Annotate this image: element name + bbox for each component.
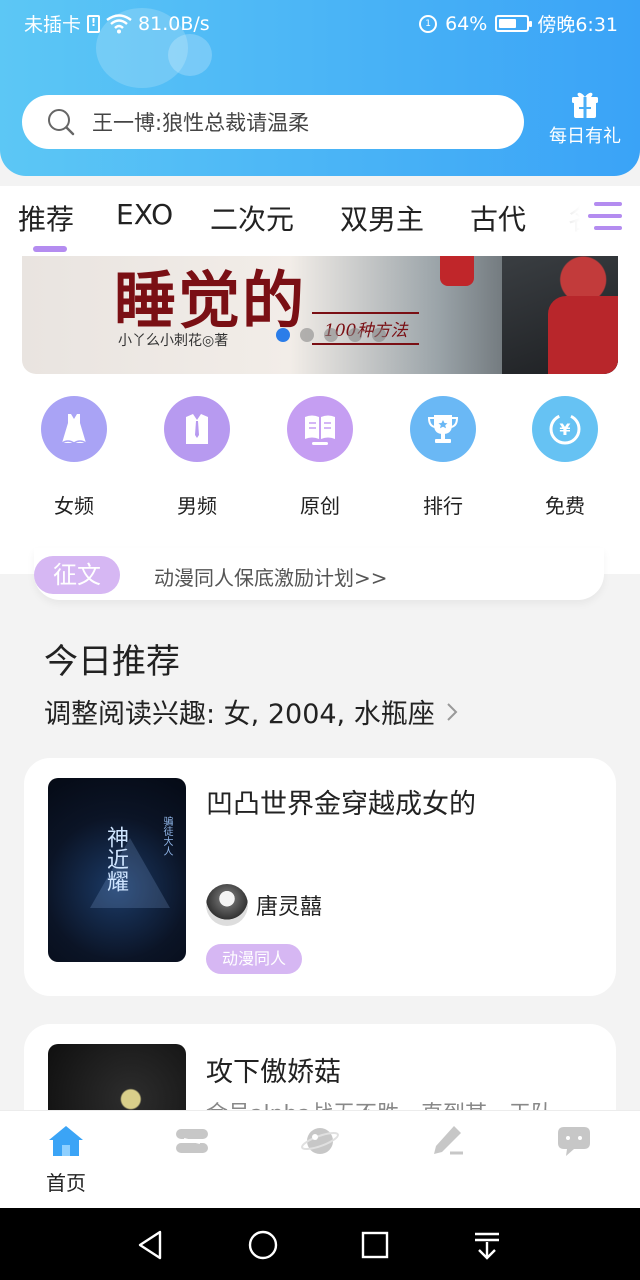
- book-title[interactable]: 攻下傲娇菇: [206, 1050, 341, 1089]
- category-free-circle: ¥: [532, 396, 598, 462]
- nav-write[interactable]: [408, 1123, 488, 1159]
- trophy-icon: [427, 415, 459, 443]
- pagination-dot[interactable]: [348, 328, 362, 342]
- battery-level-fill: [499, 19, 516, 28]
- chevron-right-icon: [447, 702, 458, 721]
- category-label: 免费: [545, 494, 585, 518]
- alarm-icon: 1: [419, 14, 438, 33]
- genre-tag[interactable]: 动漫同人: [206, 944, 303, 974]
- svg-text:¥: ¥: [559, 420, 570, 439]
- category-label: 女频: [54, 494, 94, 518]
- shirt-icon: [186, 414, 208, 444]
- book-card[interactable]: 神近耀 骗徒大人 凹凸世界金穿越成女的 唐灵囍 动漫同人: [24, 758, 616, 996]
- bottom-navigation: 首页: [0, 1110, 640, 1208]
- category-ranking[interactable]: 排行: [393, 396, 493, 519]
- category-female[interactable]: 女频: [24, 396, 124, 519]
- dress-icon: [61, 414, 87, 444]
- notification-pull-icon[interactable]: [470, 1228, 504, 1262]
- category-male[interactable]: 男频: [147, 396, 247, 519]
- announcement-text[interactable]: 动漫同人保底激励计划>>: [154, 562, 388, 591]
- search-icon: [48, 109, 75, 136]
- battery-percent: 64%: [445, 12, 488, 35]
- book-title[interactable]: 凹凸世界金穿越成女的: [206, 782, 476, 821]
- category-original[interactable]: 原创: [270, 396, 370, 519]
- search-bar[interactable]: 王一博:狼性总裁请温柔: [22, 95, 524, 149]
- contest-badge: 征文: [34, 556, 120, 594]
- battery-icon: [495, 15, 533, 32]
- daily-gift-label: 每日有礼: [549, 126, 621, 147]
- nav-library[interactable]: [152, 1123, 232, 1159]
- app-header: 未插卡 ! 81.0B/s 1 64% 傍晚6:31 王一博:狼性总裁请温柔 每…: [0, 0, 640, 176]
- category-label: 原创: [300, 494, 340, 518]
- tab-ancient[interactable]: 古代: [470, 198, 526, 238]
- cover-title: 神近耀: [103, 826, 128, 892]
- carrier-label: 未插卡: [24, 14, 82, 36]
- planet-icon: [301, 1128, 339, 1154]
- system-navigation-bar: [0, 1208, 640, 1280]
- book-author[interactable]: 唐灵囍: [206, 884, 322, 926]
- avatar: [206, 884, 248, 926]
- book-cover[interactable]: 神近耀 骗徒大人: [48, 778, 186, 962]
- lantern-decoration: [440, 256, 474, 286]
- pagination-dot[interactable]: [324, 328, 338, 342]
- home-circle-icon[interactable]: [246, 1228, 280, 1262]
- category-free[interactable]: ¥ 免费: [515, 396, 615, 519]
- tab-double-male[interactable]: 双男主: [340, 198, 424, 238]
- menu-icon[interactable]: [586, 200, 622, 232]
- cover-note: 骗徒大人: [161, 816, 172, 856]
- reading-interest-link[interactable]: 调整阅读兴趣: 女, 2004, 水瓶座: [44, 692, 459, 731]
- library-icon: [176, 1129, 208, 1153]
- banner-pagination: [276, 328, 386, 342]
- message-icon: [558, 1127, 590, 1156]
- category-label: 男频: [177, 494, 217, 518]
- nav-discover[interactable]: [280, 1123, 360, 1159]
- home-icon: [49, 1126, 83, 1156]
- book-icon: [305, 415, 335, 445]
- category-female-circle: [41, 396, 107, 462]
- coin-icon: ¥: [549, 413, 581, 445]
- pen-icon: [434, 1126, 463, 1155]
- nav-messages[interactable]: [534, 1123, 614, 1159]
- pagination-dot-active[interactable]: [276, 328, 290, 342]
- wifi-icon: [106, 13, 132, 34]
- clock-time: 傍晚6:31: [537, 14, 618, 36]
- category-tabs: 推荐 EXO 二次元 双男主 古代 名: [0, 186, 640, 256]
- announcement-bar[interactable]: 征文 动漫同人保底激励计划>>: [34, 548, 604, 600]
- recents-icon[interactable]: [358, 1228, 392, 1262]
- gift-icon: [572, 92, 598, 118]
- banner-illustration-robe: [548, 296, 618, 374]
- pagination-dot[interactable]: [300, 328, 314, 342]
- category-label: 排行: [423, 494, 463, 518]
- nav-home[interactable]: 首页: [26, 1123, 106, 1196]
- active-tab-indicator: [33, 246, 67, 252]
- category-male-circle: [164, 396, 230, 462]
- author-name: 唐灵囍: [256, 895, 323, 920]
- nav-label: 首页: [46, 1171, 86, 1195]
- tab-anime[interactable]: 二次元: [210, 198, 294, 238]
- tab-recommend[interactable]: 推荐: [18, 198, 74, 238]
- network-speed: 81.0B/s: [138, 12, 210, 35]
- category-original-circle: [287, 396, 353, 462]
- section-title: 今日推荐: [44, 642, 180, 682]
- tab-exo[interactable]: EXO: [116, 198, 173, 231]
- back-icon[interactable]: [134, 1228, 168, 1262]
- reading-interest-text: 调整阅读兴趣: 女, 2004, 水瓶座: [44, 699, 435, 730]
- promo-banner[interactable]: 睡觉的 100种方法 小丫么小刺花◎著: [22, 256, 618, 374]
- banner-author: 小丫么小刺花◎著: [118, 333, 229, 349]
- search-placeholder: 王一博:狼性总裁请温柔: [92, 111, 310, 135]
- pagination-dot[interactable]: [372, 328, 386, 342]
- daily-gift-button[interactable]: 每日有礼: [540, 86, 630, 156]
- category-ranking-circle: [410, 396, 476, 462]
- sim-alert-icon: !: [87, 14, 101, 33]
- status-bar: 未插卡 ! 81.0B/s 1 64% 傍晚6:31: [0, 0, 640, 44]
